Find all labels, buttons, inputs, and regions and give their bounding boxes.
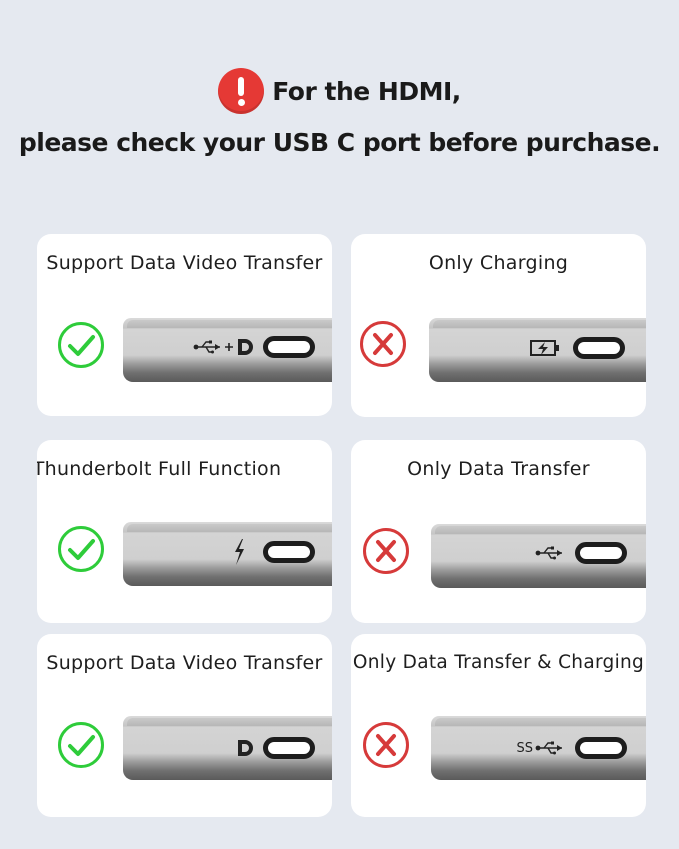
card-title: Only Data Transfer & Charging bbox=[352, 652, 645, 673]
cross-icon bbox=[363, 528, 409, 574]
usb-icon bbox=[535, 546, 562, 560]
laptop-port-side bbox=[123, 716, 332, 780]
port-symbols bbox=[223, 737, 255, 759]
laptop-port-side bbox=[123, 522, 332, 586]
card-support-data-video-1: Support Data Video Transfer bbox=[37, 234, 332, 416]
card-title: Thunderbolt Full Function bbox=[37, 458, 282, 480]
ss-usb-icon bbox=[535, 741, 562, 755]
card-support-data-video-2: Support Data Video Transfer bbox=[37, 634, 332, 817]
displayport-icon bbox=[238, 339, 253, 355]
check-icon bbox=[58, 722, 104, 768]
check-icon bbox=[58, 526, 104, 572]
header: For the HDMI, please check your USB C po… bbox=[0, 0, 679, 200]
laptop-port-side bbox=[429, 318, 646, 382]
card-thunderbolt-full-function: Thunderbolt Full Function bbox=[37, 440, 332, 623]
header-subtitle: please check your USB C port before purc… bbox=[18, 128, 661, 157]
usb-icon bbox=[193, 340, 220, 354]
usb-c-port bbox=[575, 737, 627, 759]
port-symbols bbox=[531, 542, 565, 564]
laptop-port-side bbox=[431, 524, 646, 588]
card-only-data-transfer: Only Data Transfer bbox=[351, 440, 646, 623]
card-title: Support Data Video Transfer bbox=[46, 652, 323, 674]
check-icon bbox=[58, 322, 104, 368]
card-title: Only Data Transfer bbox=[407, 458, 590, 480]
laptop-port-side bbox=[123, 318, 332, 382]
usb-c-port bbox=[575, 542, 627, 564]
port-symbols bbox=[173, 336, 255, 358]
usb-c-port bbox=[263, 541, 315, 563]
displayport-icon bbox=[238, 740, 253, 756]
header-line-1: For the HDMI, bbox=[0, 68, 679, 114]
ss-label: SS bbox=[516, 740, 533, 756]
port-symbols bbox=[223, 538, 247, 566]
port-symbols: SS bbox=[509, 737, 565, 759]
card-title: Only Charging bbox=[428, 252, 569, 274]
card-only-data-transfer-charging: Only Data Transfer & Charging SS bbox=[351, 634, 646, 817]
card-only-charging: Only Charging bbox=[351, 234, 646, 417]
usb-c-port bbox=[263, 336, 315, 358]
usb-c-port bbox=[263, 737, 315, 759]
plus-icon bbox=[225, 343, 233, 351]
laptop-port-side: SS bbox=[431, 716, 646, 780]
port-symbols bbox=[521, 337, 563, 359]
charging-icon bbox=[530, 340, 559, 356]
header-title: For the HDMI, bbox=[272, 76, 461, 106]
warning-icon bbox=[218, 68, 265, 114]
thunderbolt-icon bbox=[235, 539, 244, 565]
cross-icon bbox=[363, 722, 409, 768]
usb-c-port bbox=[573, 337, 625, 359]
card-title: Support Data Video Transfer bbox=[46, 252, 323, 274]
cross-icon bbox=[360, 321, 406, 367]
